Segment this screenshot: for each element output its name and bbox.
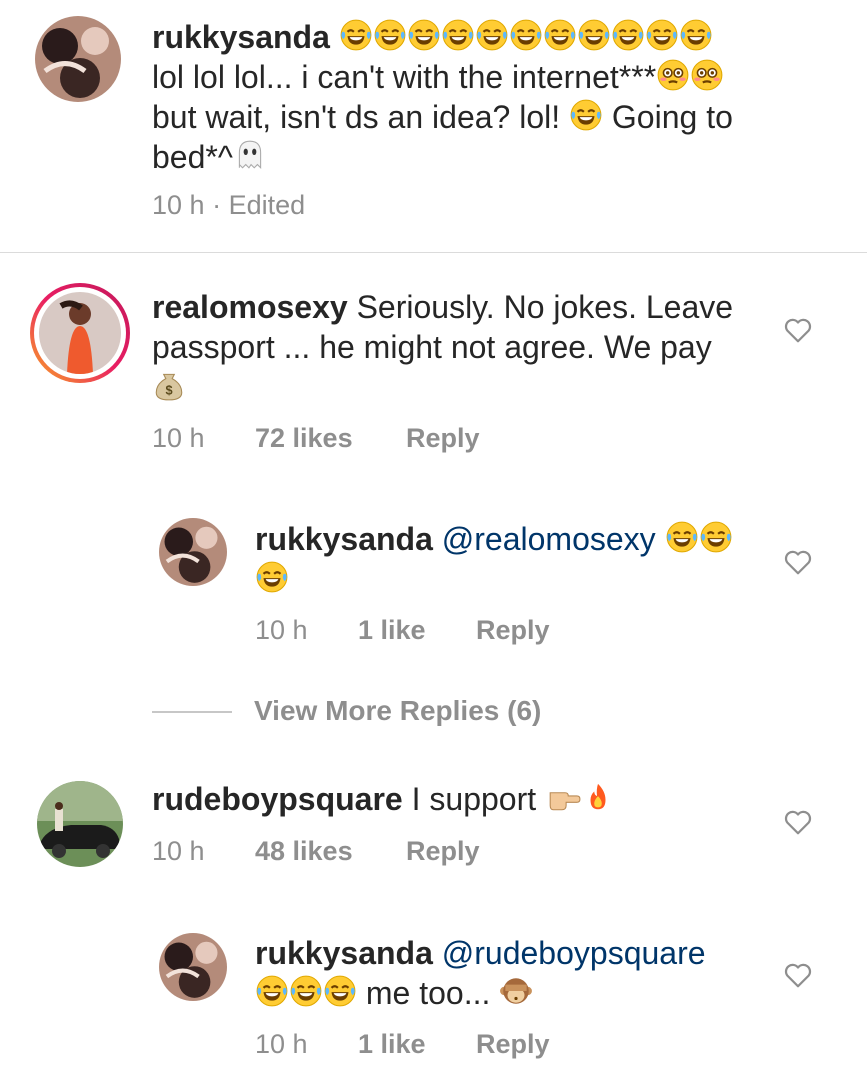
tears-of-joy-emoji (543, 19, 576, 51)
tears-of-joy-emoji (570, 99, 602, 131)
comment-username[interactable]: rukkysanda (255, 521, 433, 557)
avatar[interactable] (37, 781, 123, 867)
tears-of-joy-emoji (407, 19, 440, 51)
comment-time: 10 h (152, 836, 205, 866)
reply-button[interactable]: Reply (476, 1027, 550, 1061)
comment-text: me too... (365, 975, 491, 1011)
see-no-evil-monkey-emoji (500, 978, 533, 1004)
tears-of-joy-emoji (339, 19, 372, 51)
likes-count[interactable]: 1 like (358, 613, 476, 647)
mention-link[interactable]: @rudeboypsquare (442, 935, 706, 971)
comment-username[interactable]: rudeboypsquare (152, 781, 403, 817)
money-bag-emoji (155, 373, 183, 401)
caption-divider (0, 252, 867, 253)
comment-meta: 10 h · Edited (152, 188, 305, 222)
comment-username[interactable]: rukkysanda (255, 935, 433, 971)
heart-outline-icon[interactable] (783, 808, 813, 836)
comment-meta: 10 h 72 likes Reply (152, 421, 480, 455)
avatar[interactable] (35, 16, 121, 102)
comment-body: rudeboypsquare I support (152, 779, 752, 819)
comment-time: 10 h (152, 190, 205, 220)
avatar-story-ring[interactable] (30, 283, 130, 383)
comment-body: rukkysanda lol lol lol... i can't with t… (152, 17, 792, 177)
tears-of-joy-emoji (699, 521, 732, 553)
comment-text-line2: passport ... he might not agree. We pay (152, 329, 712, 365)
avatar[interactable] (159, 518, 227, 586)
tears-of-joy-emoji (373, 19, 406, 51)
avatar[interactable] (159, 933, 227, 1001)
reply-button[interactable]: Reply (406, 834, 480, 868)
comment-body: rukkysanda @rudeboypsquare me too... (255, 933, 755, 1013)
edited-label: · Edited (212, 190, 306, 220)
comment-username[interactable]: rukkysanda (152, 19, 330, 55)
comment-text-line2b: Going to (611, 99, 733, 135)
avatar (39, 292, 121, 374)
likes-count[interactable]: 1 like (358, 1027, 476, 1061)
backhand-pointing-right-emoji (549, 792, 581, 811)
heart-outline-icon[interactable] (783, 316, 813, 344)
heart-outline-icon[interactable] (783, 961, 813, 989)
comment-text-line3: bed*^ (152, 139, 233, 175)
comment-username[interactable]: realomosexy (152, 289, 348, 325)
likes-count[interactable]: 72 likes (255, 421, 406, 455)
flushed-emoji (657, 59, 690, 91)
comment-text-line1: lol lol lol... i can't with the internet… (152, 59, 657, 95)
heart-outline-icon[interactable] (783, 548, 813, 576)
mention-link[interactable]: @realomosexy (442, 521, 656, 557)
tears-of-joy-emoji (577, 19, 610, 51)
comment-text: Seriously. No jokes. Leave (356, 289, 734, 325)
tears-of-joy-emoji (611, 19, 644, 51)
tears-of-joy-emoji (256, 975, 288, 1007)
comment-meta: 10 h 48 likes Reply (152, 834, 480, 868)
tears-of-joy-emoji (441, 19, 474, 51)
reply-button[interactable]: Reply (476, 613, 550, 647)
comment-time: 10 h (255, 615, 308, 645)
comment-body: rukkysanda @realomosexy (255, 519, 755, 599)
tears-of-joy-emoji (679, 19, 712, 51)
fire-emoji (590, 783, 606, 810)
tears-of-joy-emoji (256, 561, 288, 593)
tears-of-joy-emoji (645, 19, 678, 51)
flushed-emoji (691, 59, 724, 91)
tears-of-joy-emoji (665, 521, 698, 553)
comment-meta: 10 h 1 like Reply (255, 613, 550, 647)
tears-of-joy-emoji (509, 19, 542, 51)
tears-of-joy-emojis (339, 19, 713, 55)
tears-of-joy-emoji (475, 19, 508, 51)
tears-of-joy-emoji (290, 975, 322, 1007)
comment-time: 10 h (152, 423, 205, 453)
view-more-line (152, 711, 232, 713)
tears-of-joy-emoji (324, 975, 356, 1007)
comment-text-line2: but wait, isn't ds an idea? lol! (152, 99, 561, 135)
view-more-replies-button[interactable]: View More Replies (6) (254, 695, 541, 727)
ghost-emoji (238, 140, 262, 169)
comment-body: realomosexy Seriously. No jokes. Leave p… (152, 287, 752, 407)
comment-meta: 10 h 1 like Reply (255, 1027, 550, 1061)
comment-text: I support (411, 781, 537, 817)
comment-time: 10 h (255, 1029, 308, 1059)
reply-button[interactable]: Reply (406, 421, 480, 455)
likes-count[interactable]: 48 likes (255, 834, 406, 868)
